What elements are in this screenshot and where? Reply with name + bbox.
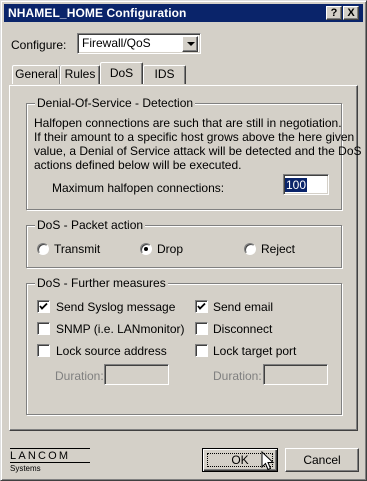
group-title: Denial-Of-Service - Detection (35, 96, 196, 110)
tab-ids[interactable]: IDS (143, 65, 186, 84)
tab-general[interactable]: General (12, 65, 61, 84)
max-halfopen-label: Maximum halfopen connections: (52, 181, 225, 195)
tab-dos[interactable]: DoS (100, 62, 143, 84)
tab-label: DoS (109, 66, 134, 80)
reject-label[interactable]: Reject (261, 242, 295, 256)
send-email-checkbox[interactable] (195, 300, 208, 313)
configuration-window: NHAMEL_HOME Configuration ? X Configure:… (0, 0, 367, 481)
cancel-button[interactable]: Cancel (285, 448, 359, 472)
lock-source-checkbox[interactable] (37, 344, 50, 357)
tab-rules[interactable]: Rules (60, 65, 100, 84)
configure-dropdown[interactable]: Firewall/QoS (77, 33, 201, 54)
configure-dropdown-value: Firewall/QoS (82, 36, 151, 50)
configure-label: Configure: (11, 38, 67, 52)
help-icon: ? (330, 7, 338, 19)
checkmark-icon (39, 302, 48, 310)
max-halfopen-input[interactable]: 100 (283, 174, 329, 195)
drop-label[interactable]: Drop (157, 242, 183, 256)
further-measures-group: DoS - Further measures Send Syslog messa… (26, 276, 342, 415)
logo-bottom-rule (10, 462, 90, 463)
disconnect-checkbox[interactable] (195, 322, 208, 335)
lock-target-checkbox[interactable] (195, 344, 208, 357)
detection-description-line: value, a Denial of Service attack will b… (34, 144, 362, 158)
send-syslog-checkbox[interactable] (37, 300, 50, 313)
tab-label: IDS (154, 67, 175, 81)
send-email-label[interactable]: Send email (213, 300, 273, 314)
duration-left-label: Duration: (55, 369, 104, 383)
detection-description-line: actions defined below will be executed. (34, 158, 242, 172)
group-title: DoS - Further measures (35, 276, 168, 290)
duration-right-label: Duration: (213, 369, 262, 383)
close-icon: X (347, 7, 355, 19)
logo-top-rule (10, 448, 90, 449)
mouse-pointer-icon (261, 451, 275, 471)
radio-selected-dot (144, 247, 148, 251)
chevron-down-icon (187, 42, 195, 46)
dos-detection-group: Denial-Of-Service - Detection Halfopen c… (26, 96, 362, 210)
snmp-checkbox[interactable] (37, 322, 50, 335)
dropdown-arrow-button[interactable] (182, 36, 198, 52)
checkmark-icon (197, 302, 206, 310)
tab-label: General (15, 67, 58, 81)
cancel-button-label: Cancel (303, 453, 341, 467)
dos-tab-panel: Denial-Of-Service - Detection Halfopen c… (9, 85, 362, 431)
drop-radio[interactable] (140, 243, 152, 255)
snmp-label[interactable]: SNMP (i.e. LANmonitor) (56, 322, 184, 336)
title-bar[interactable]: NHAMEL_HOME Configuration ? X (4, 4, 363, 22)
duration-right-input[interactable] (263, 364, 328, 385)
tab-label: Rules (64, 67, 96, 81)
duration-left-input[interactable] (104, 364, 169, 385)
lock-target-label[interactable]: Lock target port (213, 344, 296, 358)
detection-description-line: Halfopen connections are such that are s… (34, 116, 342, 130)
transmit-radio[interactable] (37, 243, 49, 255)
max-halfopen-value: 100 (285, 178, 308, 192)
disconnect-label[interactable]: Disconnect (213, 322, 272, 336)
window-title: NHAMEL_HOME Configuration (8, 6, 187, 20)
close-button[interactable]: X (343, 6, 359, 20)
logo-subtext: Systems (10, 464, 41, 473)
group-title: DoS - Packet action (35, 218, 146, 232)
packet-action-group: DoS - Packet action Transmit Drop Reject (26, 218, 342, 268)
lock-source-label[interactable]: Lock source address (56, 344, 167, 358)
help-button[interactable]: ? (326, 6, 342, 20)
detection-description-line: If their amount to a specific host grows… (34, 130, 355, 144)
reject-radio[interactable] (244, 243, 256, 255)
transmit-label[interactable]: Transmit (54, 242, 100, 256)
logo-text: LANCOM (10, 450, 71, 462)
send-syslog-label[interactable]: Send Syslog message (56, 300, 175, 314)
